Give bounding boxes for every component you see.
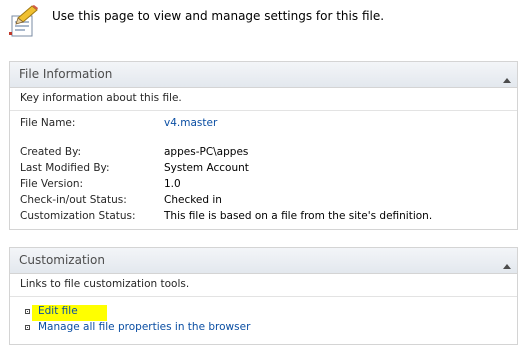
file-information-description: Key information about this file. <box>10 88 517 111</box>
customization-description: Links to file customization tools. <box>10 274 517 297</box>
customization-status-value: This file is based on a file from the si… <box>164 210 433 222</box>
file-information-title: File Information <box>19 67 113 81</box>
collapse-up-icon[interactable] <box>502 255 512 269</box>
bullet-icon <box>25 309 30 314</box>
created-by-value: appes-PC\appes <box>164 146 249 158</box>
last-modified-by-label: Last Modified By: <box>20 162 110 174</box>
check-in-out-status-label: Check-in/out Status: <box>20 194 127 206</box>
file-name-label: File Name: <box>20 117 76 129</box>
file-version-value: 1.0 <box>164 178 181 190</box>
file-name-link[interactable]: v4.master <box>164 117 217 129</box>
intro-text: Use this page to view and manage setting… <box>52 9 385 23</box>
customization-panel: Customization Links to file customizatio… <box>9 247 518 345</box>
file-information-description-text: Key information about this file. <box>20 92 182 104</box>
edit-file-link[interactable]: Edit file <box>38 305 78 317</box>
file-settings-page: Use this page to view and manage setting… <box>0 0 528 358</box>
last-modified-by-value: System Account <box>164 162 249 174</box>
check-in-out-status-value: Checked in <box>164 194 222 206</box>
customization-description-text: Links to file customization tools. <box>20 278 190 290</box>
file-information-header[interactable]: File Information <box>10 62 517 88</box>
customization-header[interactable]: Customization <box>10 248 517 274</box>
created-by-label: Created By: <box>20 146 82 158</box>
manage-file-properties-link[interactable]: Manage all file properties in the browse… <box>38 321 250 333</box>
bullet-icon <box>25 325 30 330</box>
customization-status-label: Customization Status: <box>20 210 136 222</box>
document-pencil-icon <box>8 4 40 38</box>
collapse-up-icon[interactable] <box>502 69 512 83</box>
customization-title: Customization <box>19 253 105 267</box>
file-version-label: File Version: <box>20 178 84 190</box>
file-information-panel: File Information Key information about t… <box>9 61 518 230</box>
